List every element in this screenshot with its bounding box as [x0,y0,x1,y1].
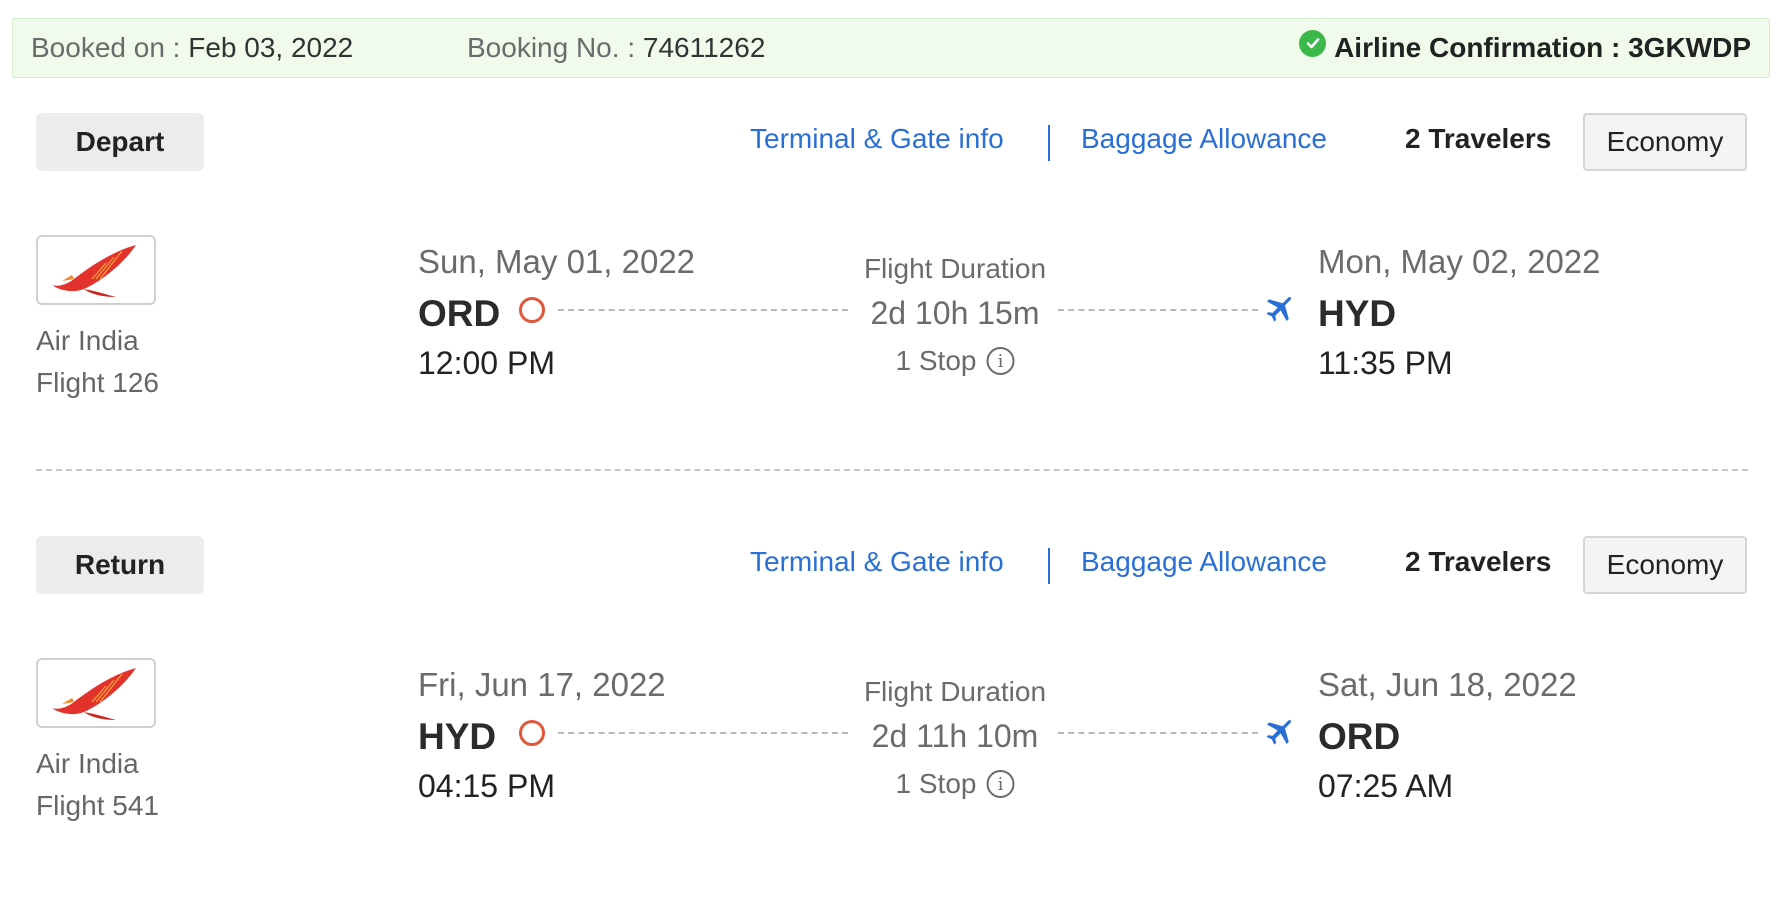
origin-circle-icon [519,720,545,746]
link-separator [1048,548,1050,584]
baggage-allowance-link[interactable]: Baggage Allowance [1081,123,1327,155]
stops-info[interactable]: 1 Stop i [896,768,1015,800]
flight-duration-label: Flight Duration [863,676,1047,707]
route-line-right [1058,732,1258,734]
flight-duration-value: 2d 11h 10m [871,718,1039,754]
departure-time: 12:00 PM [418,345,555,381]
terminal-gate-info-link[interactable]: Terminal & Gate info [750,546,1004,578]
air-india-logo [36,658,156,728]
check-circle-icon [1299,29,1327,57]
info-icon[interactable]: i [986,347,1015,375]
booked-on-date: Feb 03, 2022 [188,32,354,63]
air-india-logo [36,235,156,305]
cabin-class-badge: Economy [1583,536,1747,594]
flight-duration-label: Flight Duration [863,253,1047,284]
origin-circle-icon [519,297,545,323]
segment-return: Return Terminal & Gate info Baggage Allo… [0,536,1786,916]
terminal-gate-info-link[interactable]: Terminal & Gate info [750,123,1004,155]
link-separator [1048,125,1050,161]
departure-airport-code: HYD [418,716,497,757]
departure-airport-code: ORD [418,293,501,334]
plane-icon [1266,719,1292,745]
route-line-left [558,309,848,311]
travelers-count: 2 Travelers [1405,546,1552,577]
booked-on: Booked on : Feb 03, 2022 [31,32,353,64]
airline-name: Air India [36,325,139,356]
stops-count: 1 Stop [895,768,977,799]
segment-depart: Depart Terminal & Gate info Baggage Allo… [0,113,1786,493]
booking-banner: Booked on : Feb 03, 2022 Booking No. : 7… [12,18,1770,78]
route-line-left [558,732,848,734]
stops-info[interactable]: 1 Stop i [896,345,1015,377]
booking-number-value: 74611262 [642,32,766,63]
baggage-allowance-link[interactable]: Baggage Allowance [1081,546,1327,578]
segment-type-label: Return [36,536,204,594]
arrival-time: 07:25 AM [1318,768,1454,804]
travelers-count: 2 Travelers [1405,123,1552,154]
cabin-class-badge: Economy [1583,113,1747,171]
departure-date: Sun, May 01, 2022 [418,243,696,280]
info-icon[interactable]: i [986,770,1015,798]
departure-date: Fri, Jun 17, 2022 [418,666,666,703]
flight-duration-value: 2d 10h 15m [870,295,1040,331]
arrival-time: 11:35 PM [1318,345,1453,381]
segment-divider [36,469,1748,471]
confirmation-label: Airline Confirmation : [1334,32,1621,63]
segment-type-label: Depart [36,113,204,171]
booking-number-label: Booking No. : [467,32,636,63]
arrival-airport-code: ORD [1318,716,1401,757]
confirmation-code: 3GKWDP [1628,32,1751,63]
route-line-right [1058,309,1258,311]
arrival-date: Sat, Jun 18, 2022 [1318,666,1577,703]
arrival-date: Mon, May 02, 2022 [1318,243,1601,280]
flight-number: Flight 126 [36,367,159,398]
airline-confirmation: Airline Confirmation : 3GKWDP [1299,29,1751,64]
departure-time: 04:15 PM [418,768,555,804]
stops-count: 1 Stop [895,345,977,376]
booking-number: Booking No. : 74611262 [467,32,765,64]
arrival-airport-code: HYD [1318,293,1397,334]
flight-number: Flight 541 [36,790,159,821]
plane-icon [1266,296,1292,322]
airline-name: Air India [36,748,139,779]
booked-on-label: Booked on : [31,32,181,63]
